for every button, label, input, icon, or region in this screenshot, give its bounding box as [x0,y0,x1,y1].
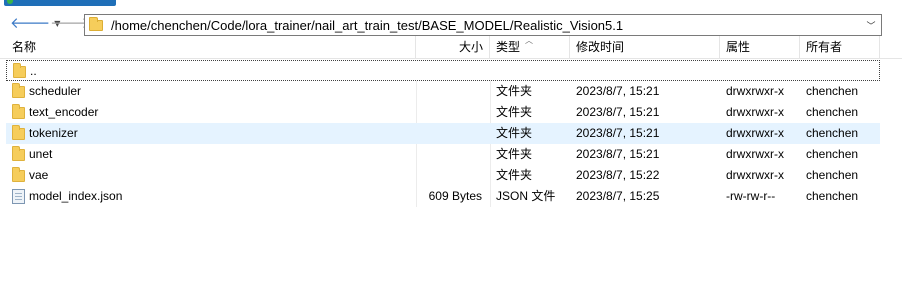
file-type: 文件夹 [496,168,533,182]
file-permissions: -rw-rw-r-- [726,189,776,203]
sort-ascending-icon: ︿ [525,36,533,45]
back-button[interactable]: 🡐 ▼ [10,13,60,33]
column-divider [416,81,417,102]
file-owner: chenchen [806,126,859,140]
file-icon [12,189,25,204]
file-name: tokenizer [29,126,78,140]
file-modified: 2023/8/7, 15:21 [576,84,660,98]
file-owner: chenchen [806,147,859,161]
address-bar[interactable]: /home/chenchen/Code/lora_trainer/nail_ar… [84,14,882,36]
window-top-strip [0,0,902,6]
file-owner: chenchen [806,189,859,203]
file-name: text_encoder [29,105,99,119]
file-name: unet [29,147,53,161]
file-type: 文件夹 [496,84,533,98]
file-permissions: drwxrwxr-x [726,84,784,98]
list-item-parent[interactable]: .. [6,60,880,81]
column-header-owner[interactable]: 所有者 [800,36,880,58]
file-permissions: drwxrwxr-x [726,105,784,119]
list-item[interactable]: scheduler 文件夹 2023/8/7, 15:21 drwxrwxr-x… [6,81,880,102]
column-header: 名称 大小 类型 修改时间 属性 所有者 ︿ [0,36,902,59]
folder-icon [12,167,25,182]
file-name: scheduler [29,84,82,98]
active-tab[interactable] [4,0,116,6]
file-modified: 2023/8/7, 15:21 [576,105,660,119]
file-name: vae [29,168,49,182]
file-permissions: drwxrwxr-x [726,168,784,182]
file-owner: chenchen [806,168,859,182]
chevron-down-icon[interactable]: ﹀ [861,15,881,35]
forward-button[interactable]: 🡒 ▼ [50,13,100,33]
file-modified: 2023/8/7, 15:21 [576,147,660,161]
column-divider [416,144,417,165]
file-modified: 2023/8/7, 15:22 [576,168,660,182]
file-type: 文件夹 [496,147,533,161]
folder-icon [12,83,25,98]
column-header-name[interactable]: 名称 [6,36,416,58]
file-modified: 2023/8/7, 15:25 [576,189,660,203]
column-header-modified[interactable]: 修改时间 [570,36,720,58]
folder-icon [12,125,25,140]
folder-icon [12,146,25,161]
column-divider [416,165,417,186]
arrow-left-icon: 🡐 [10,13,51,32]
file-owner: chenchen [806,84,859,98]
list-item[interactable]: model_index.json 609 Bytes JSON 文件 2023/… [6,186,880,207]
column-divider [490,102,491,123]
file-size: 609 Bytes [428,189,482,203]
column-divider [490,186,491,207]
file-permissions: drwxrwxr-x [726,147,784,161]
file-type: 文件夹 [496,105,533,119]
folder-icon [12,104,25,119]
file-owner: chenchen [806,105,859,119]
file-name: .. [30,64,37,78]
column-header-permissions[interactable]: 属性 [720,36,800,58]
list-item[interactable]: unet 文件夹 2023/8/7, 15:21 drwxrwxr-x chen… [6,144,880,165]
file-list: .. scheduler 文件夹 2023/8/7, 15:21 drwxrwx… [6,60,880,207]
column-divider [490,81,491,102]
list-item[interactable]: vae 文件夹 2023/8/7, 15:22 drwxrwxr-x chenc… [6,165,880,186]
file-permissions: drwxrwxr-x [726,126,784,140]
file-type: JSON 文件 [496,189,556,203]
column-divider [490,165,491,186]
list-item[interactable]: text_encoder 文件夹 2023/8/7, 15:21 drwxrwx… [6,102,880,123]
file-modified: 2023/8/7, 15:21 [576,126,660,140]
column-header-size[interactable]: 大小 [416,36,490,58]
address-toolbar: 🡐 ▼ 🡒 ▼ /home/chenchen/Code/lora_trainer… [0,8,902,38]
address-path[interactable]: /home/chenchen/Code/lora_trainer/nail_ar… [111,18,623,33]
column-divider [416,102,417,123]
list-item[interactable]: tokenizer 文件夹 2023/8/7, 15:21 drwxrwxr-x… [6,123,880,144]
file-type: 文件夹 [496,126,533,140]
folder-icon [13,63,26,78]
column-divider [490,144,491,165]
folder-icon [89,16,103,31]
file-name: model_index.json [29,189,123,203]
